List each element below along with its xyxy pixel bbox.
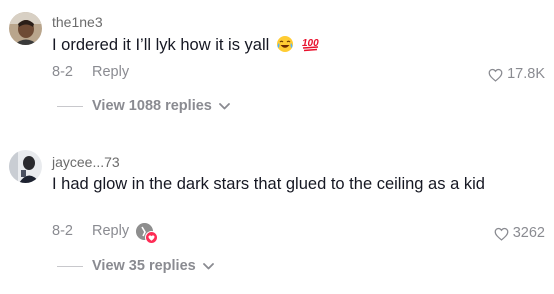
reply-button[interactable]: Reply <box>92 223 129 239</box>
comment-meta: 8-2 Reply <box>52 64 129 81</box>
heart-filled-icon <box>145 231 158 244</box>
comment-text: I ordered it I’ll lyk how it is yall 100 <box>52 35 522 59</box>
like-count: 3262 <box>512 225 545 241</box>
like-button[interactable]: 17.8K <box>488 66 545 83</box>
comment-text-content: I ordered it I’ll lyk how it is yall <box>52 36 270 54</box>
comment-item: the1ne3 I ordered it I’ll lyk how it is … <box>0 0 554 130</box>
creator-liked-badge <box>136 223 158 244</box>
comment-date: 8-2 <box>52 223 73 239</box>
view-replies-button[interactable]: View 1088 replies <box>57 98 230 115</box>
chevron-down-icon <box>202 263 214 270</box>
laughing-crying-emoji-icon <box>276 35 294 59</box>
comment-text: I had glow in the dark stars that glued … <box>52 175 485 193</box>
view-replies-label: View 35 replies <box>92 258 196 274</box>
comment-date: 8-2 <box>52 64 73 80</box>
comment-meta: 8-2 Reply <box>52 223 129 240</box>
comment-username[interactable]: the1ne3 <box>52 14 103 30</box>
comment-username[interactable]: jaycee...73 <box>52 154 120 170</box>
comment-list: the1ne3 I ordered it I’ll lyk how it is … <box>0 0 554 294</box>
like-count: 17.8K <box>507 66 545 82</box>
chevron-down-icon <box>218 103 230 110</box>
divider <box>57 266 83 267</box>
avatar[interactable] <box>9 12 42 45</box>
view-replies-label: View 1088 replies <box>92 98 212 114</box>
like-button[interactable]: 3262 <box>494 225 545 242</box>
reply-button[interactable]: Reply <box>92 64 129 80</box>
avatar[interactable] <box>9 150 42 183</box>
divider <box>57 106 83 107</box>
view-replies-button[interactable]: View 35 replies <box>57 258 214 275</box>
heart-outline-icon <box>494 227 509 241</box>
hundred-points-emoji-icon: 100 <box>301 35 321 59</box>
comment-item: jaycee...73 I had glow in the dark stars… <box>0 140 554 294</box>
heart-outline-icon <box>488 68 503 82</box>
